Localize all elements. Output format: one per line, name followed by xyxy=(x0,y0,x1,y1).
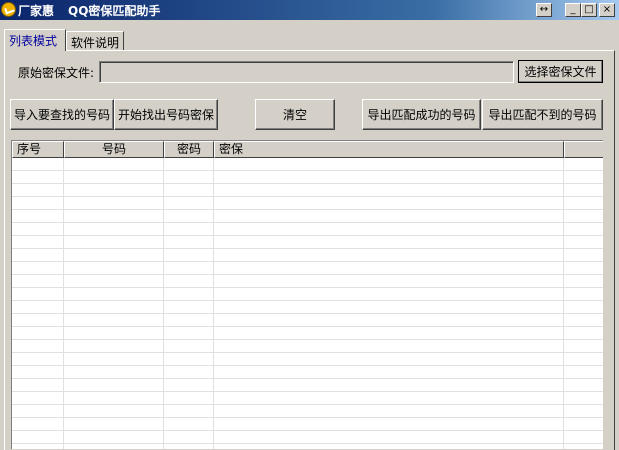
export-unmatched-button[interactable]: 导出匹配不到的号码 xyxy=(482,99,603,130)
start-match-label: 开始找出号码密保 xyxy=(117,108,214,122)
import-numbers-button[interactable]: 导入要查找的号码 xyxy=(10,99,114,130)
column-header-security[interactable]: 密保 xyxy=(214,141,564,158)
tab-list-mode[interactable]: 列表模式 xyxy=(4,29,66,51)
clear-label: 清空 xyxy=(282,108,307,122)
table-header: 序号 号码 密码 密保 xyxy=(12,141,603,158)
column-header-number[interactable]: 号码 xyxy=(64,141,164,158)
minimize-button[interactable]: _ xyxy=(565,3,581,17)
column-header-index[interactable]: 序号 xyxy=(12,141,64,158)
maximize-button[interactable]: □ xyxy=(581,3,597,17)
column-divider xyxy=(63,158,64,449)
close-icon: × xyxy=(602,4,612,15)
column-header-blank[interactable] xyxy=(564,141,603,158)
results-table[interactable]: 序号 号码 密码 密保 xyxy=(11,140,603,449)
clear-button[interactable]: 清空 xyxy=(255,99,335,130)
column-divider xyxy=(213,158,214,449)
export-matched-button[interactable]: 导出匹配成功的号码 xyxy=(362,99,481,130)
import-numbers-label: 导入要查找的号码 xyxy=(13,108,110,122)
source-file-field[interactable] xyxy=(99,61,514,83)
tab-software-info[interactable]: 软件说明 xyxy=(66,31,124,50)
window-title: QQ密保匹配助手 xyxy=(68,4,161,18)
resize-button[interactable]: ↔ xyxy=(536,3,552,17)
maximize-icon: □ xyxy=(584,4,594,15)
source-file-label: 原始密保文件: xyxy=(18,66,95,80)
app-logo-icon xyxy=(1,2,16,17)
column-header-password[interactable]: 密码 xyxy=(164,141,214,158)
column-divider xyxy=(163,158,164,449)
export-matched-label: 导出匹配成功的号码 xyxy=(367,108,476,122)
select-file-button-label: 选择密保文件 xyxy=(524,65,597,79)
resize-icon: ↔ xyxy=(539,4,549,15)
close-button[interactable]: × xyxy=(599,3,615,17)
minimize-icon: _ xyxy=(570,4,576,15)
export-unmatched-label: 导出匹配不到的号码 xyxy=(488,108,597,122)
title-bar[interactable]: 厂家惠 QQ密保匹配助手 ↔ _ □ × xyxy=(0,0,619,20)
table-body[interactable] xyxy=(12,158,603,449)
select-file-button[interactable]: 选择密保文件 xyxy=(518,60,603,83)
window-brand: 厂家惠 xyxy=(18,4,55,18)
column-divider xyxy=(563,158,564,449)
start-match-button[interactable]: 开始找出号码密保 xyxy=(114,99,218,130)
